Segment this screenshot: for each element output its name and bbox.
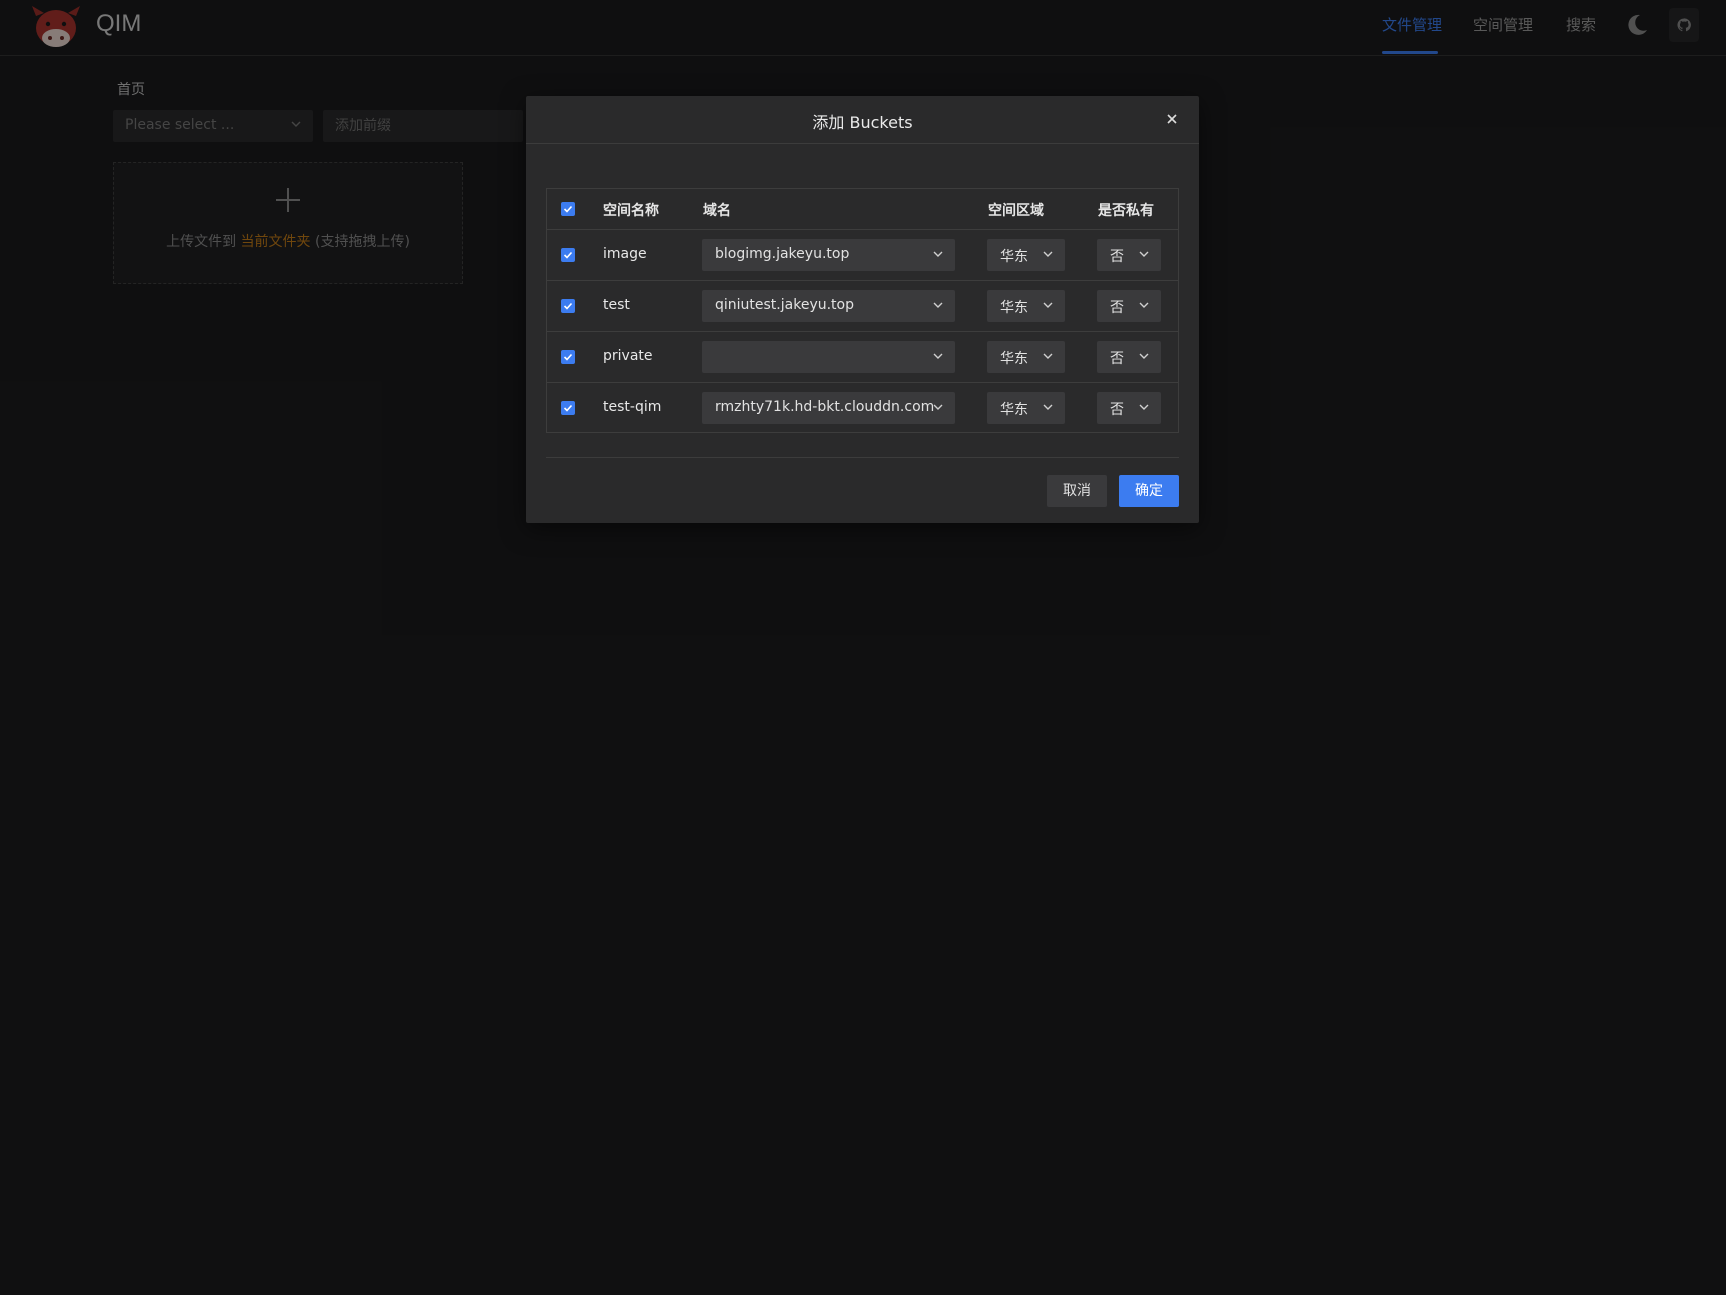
region-select-value: 华东 [1000, 351, 1028, 367]
chevron-down-icon [1139, 302, 1149, 308]
domain-select[interactable] [702, 341, 955, 373]
confirm-button[interactable]: 确定 [1119, 475, 1179, 507]
private-select-value: 否 [1110, 300, 1124, 316]
column-header-region: 空间区域 [988, 203, 1044, 219]
modal-header: 添加 Buckets [526, 96, 1199, 144]
bucket-name: test [603, 297, 630, 313]
chevron-down-icon [1043, 302, 1053, 308]
domain-select-value: qiniutest.jakeyu.top [715, 297, 854, 313]
domain-select[interactable]: blogimg.jakeyu.top [702, 239, 955, 271]
bucket-name: image [603, 246, 647, 262]
row-checkbox[interactable] [561, 350, 575, 364]
chevron-down-icon [1043, 353, 1053, 359]
chevron-down-icon [1139, 251, 1149, 257]
close-icon[interactable] [1165, 112, 1179, 126]
column-header-domain: 域名 [703, 203, 731, 219]
check-icon [563, 353, 573, 361]
domain-select-value: blogimg.jakeyu.top [715, 246, 850, 262]
check-icon [563, 251, 573, 259]
region-select-value: 华东 [1000, 300, 1028, 316]
chevron-down-icon [1043, 251, 1053, 257]
domain-select[interactable]: qiniutest.jakeyu.top [702, 290, 955, 322]
row-checkbox[interactable] [561, 401, 575, 415]
table-row: test-qim rmzhty71k.hd-bkt.clouddn.com 华东… [547, 383, 1178, 433]
row-checkbox[interactable] [561, 299, 575, 313]
modal-title: 添加 Buckets [812, 113, 913, 132]
private-select-value: 否 [1110, 402, 1124, 418]
region-select-value: 华东 [1000, 249, 1028, 265]
private-select-value: 否 [1110, 351, 1124, 367]
chevron-down-icon [1139, 353, 1149, 359]
row-checkbox[interactable] [561, 248, 575, 262]
private-select[interactable]: 否 [1097, 239, 1161, 271]
bucket-name: test-qim [603, 399, 662, 415]
cancel-button[interactable]: 取消 [1047, 475, 1107, 507]
private-select[interactable]: 否 [1097, 290, 1161, 322]
table-header-row: 空间名称 域名 空间区域 是否私有 [547, 189, 1178, 230]
chevron-down-icon [933, 404, 943, 410]
chevron-down-icon [933, 302, 943, 308]
private-select-value: 否 [1110, 249, 1124, 265]
select-all-checkbox[interactable] [561, 202, 575, 216]
region-select-value: 华东 [1000, 402, 1028, 418]
region-select[interactable]: 华东 [987, 341, 1065, 373]
private-select[interactable]: 否 [1097, 392, 1161, 424]
column-header-private: 是否私有 [1098, 203, 1154, 219]
check-icon [563, 404, 573, 412]
region-select[interactable]: 华东 [987, 239, 1065, 271]
table-row: test qiniutest.jakeyu.top 华东 否 [547, 281, 1178, 332]
column-header-name: 空间名称 [603, 203, 659, 219]
check-icon [563, 302, 573, 310]
chevron-down-icon [933, 353, 943, 359]
chevron-down-icon [1043, 404, 1053, 410]
table-row: image blogimg.jakeyu.top 华东 否 [547, 230, 1178, 281]
domain-select-value: rmzhty71k.hd-bkt.clouddn.com [715, 399, 935, 415]
buckets-table: 空间名称 域名 空间区域 是否私有 image blogimg.jakeyu.t… [546, 188, 1179, 433]
check-icon [563, 205, 573, 213]
table-row: private 华东 否 [547, 332, 1178, 383]
region-select[interactable]: 华东 [987, 290, 1065, 322]
add-buckets-modal: 添加 Buckets 空间名称 域名 空间区域 是否私有 image blogi… [526, 96, 1199, 523]
domain-select[interactable]: rmzhty71k.hd-bkt.clouddn.com [702, 392, 955, 424]
modal-footer-divider [546, 457, 1179, 458]
bucket-name: private [603, 348, 653, 364]
private-select[interactable]: 否 [1097, 341, 1161, 373]
chevron-down-icon [1139, 404, 1149, 410]
region-select[interactable]: 华东 [987, 392, 1065, 424]
chevron-down-icon [933, 251, 943, 257]
